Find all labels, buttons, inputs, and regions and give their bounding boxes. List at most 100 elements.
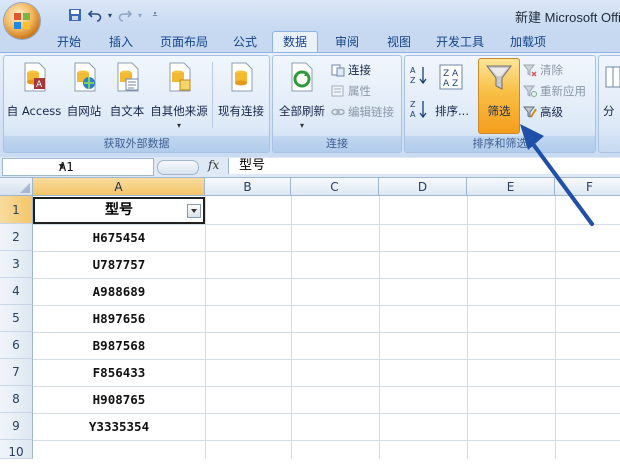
tab-view[interactable]: 视图 [382,32,416,52]
existing-connections-icon [226,61,256,93]
tab-addins[interactable]: 加载项 [506,32,550,52]
svg-text:Z: Z [443,69,449,79]
row-header-9[interactable]: 9 [0,413,33,440]
tab-review[interactable]: 审阅 [330,32,364,52]
clear-filter-icon [522,63,537,77]
sort-z-to-a-button[interactable]: ZA [410,99,428,119]
row-header-2[interactable]: 2 [0,224,33,251]
connections-label: 连接 [348,63,371,77]
column-header-e[interactable]: E [467,178,555,196]
from-web-button[interactable]: 自网站 [64,59,104,131]
access-db-icon: A [19,61,49,93]
worksheet-grid[interactable]: A B C D E F 1 2 3 4 5 6 7 8 9 10 型号 H675… [0,178,620,459]
column-header-d[interactable]: D [379,178,467,196]
grid-column-line [555,196,556,459]
sort-za-icon: ZA [410,99,428,119]
insert-function-icon[interactable]: fx [208,158,219,172]
cell-a8[interactable]: H908765 [33,386,205,413]
cell-a2[interactable]: H675454 [33,224,205,251]
window-title: 新建 Microsoft Offi [515,10,620,25]
tab-developer[interactable]: 开发工具 [432,32,488,52]
tab-data[interactable]: 数据 [272,31,318,52]
text-to-columns-label: 分 [603,104,615,118]
row-header-8[interactable]: 8 [0,386,33,413]
filter-funnel-icon [484,61,514,93]
redo-icon[interactable] [116,6,134,24]
tab-home[interactable]: 开始 [52,32,86,52]
cell-a3[interactable]: U787757 [33,251,205,278]
office-button[interactable] [4,3,40,39]
formula-input[interactable]: 型号 [228,158,620,174]
row-header-1[interactable]: 1 [0,196,33,224]
formula-bar-splitter[interactable] [157,160,199,175]
properties-icon [331,84,345,98]
advanced-filter-button[interactable]: 高级 [522,103,563,121]
filter-button[interactable]: 筛选 [478,58,520,134]
from-text-label: 自文本 [109,104,145,118]
connections-button[interactable]: 连接 [331,61,371,79]
row-header-7[interactable]: 7 [0,359,33,386]
sort-label: 排序... [435,104,469,118]
sort-a-to-z-button[interactable]: AZ [410,66,428,85]
column-header-c[interactable]: C [291,178,379,196]
cell-a4[interactable]: A988689 [33,278,205,305]
autofilter-dropdown-button[interactable] [187,204,201,218]
svg-text:Z: Z [410,76,416,85]
refresh-dropdown-icon: ▾ [299,121,304,130]
properties-button[interactable]: 属性 [331,82,371,100]
from-access-button[interactable]: A 自 Access [6,59,62,131]
from-web-label: 自网站 [66,104,102,118]
cell-a6[interactable]: B987568 [33,332,205,359]
ribbon-tabs: 开始 插入 页面布局 公式 数据 审阅 视图 开发工具 加载项 [0,30,620,52]
clear-label: 清除 [540,63,563,77]
advanced-label: 高级 [540,105,563,119]
undo-dropdown-icon[interactable]: ▾ [106,6,114,24]
cell-a7[interactable]: F856433 [33,359,205,386]
save-icon[interactable] [66,6,84,24]
column-header-f[interactable]: F [555,178,620,196]
refresh-all-button[interactable]: 全部刷新 ▾ [275,59,329,131]
group-sort-filter: AZ ZA ZAAZ 排序... 筛选 清除 重新应用 高级 排序和筛选 [404,55,596,153]
redo-dropdown-icon[interactable]: ▾ [136,6,144,24]
name-box[interactable]: A1 ▼ [2,158,154,176]
row-header-4[interactable]: 4 [0,278,33,305]
existing-connections-button[interactable]: 现有连接 [216,59,266,131]
row-header-10[interactable]: 10 [0,440,33,459]
tab-insert[interactable]: 插入 [104,32,138,52]
office-logo-icon [14,13,30,29]
name-box-dropdown-icon[interactable]: ▼ [59,159,150,175]
web-globe-icon [69,61,99,93]
row-header-6[interactable]: 6 [0,332,33,359]
select-all-corner[interactable] [0,178,33,196]
existing-connections-label: 现有连接 [218,104,264,118]
filter-label: 筛选 [487,104,511,118]
tab-formulas[interactable]: 公式 [228,32,262,52]
edit-links-button[interactable]: 编辑链接 [331,103,394,121]
undo-icon[interactable] [86,6,104,24]
from-text-button[interactable]: 自文本 [107,59,147,131]
quick-access-toolbar: ▾ ▾ ⩡ [44,5,164,25]
svg-text:Z: Z [410,100,416,109]
reapply-button[interactable]: 重新应用 [522,82,586,100]
sort-dialog-icon: ZAAZ [437,61,467,93]
tab-page-layout[interactable]: 页面布局 [156,32,212,52]
group-label-sort-filter: 排序和筛选 [405,136,595,152]
row-header-5[interactable]: 5 [0,305,33,332]
cell-a1[interactable]: 型号 [33,197,205,224]
group-connections: 全部刷新 ▾ 连接 属性 编辑链接 连接 [272,55,402,153]
row-header-3[interactable]: 3 [0,251,33,278]
cell-a9[interactable]: Y3335354 [33,413,205,440]
group-divider [212,62,213,128]
column-header-a[interactable]: A [33,178,205,196]
cell-a5[interactable]: H897656 [33,305,205,332]
text-to-columns-button[interactable]: 分 [601,59,620,131]
grid-row-line [33,440,620,441]
from-other-sources-button[interactable]: 自其他来源 ▾ [149,59,209,131]
column-header-b[interactable]: B [205,178,291,196]
customize-qat-icon[interactable]: ⩡ [146,6,164,24]
clear-filter-button[interactable]: 清除 [522,61,563,79]
from-access-label: 自 Access [6,104,62,118]
formula-bar: A1 ▼ fx 型号 [0,157,620,178]
svg-text:A: A [443,79,450,89]
sort-button[interactable]: ZAAZ 排序... [432,59,472,131]
